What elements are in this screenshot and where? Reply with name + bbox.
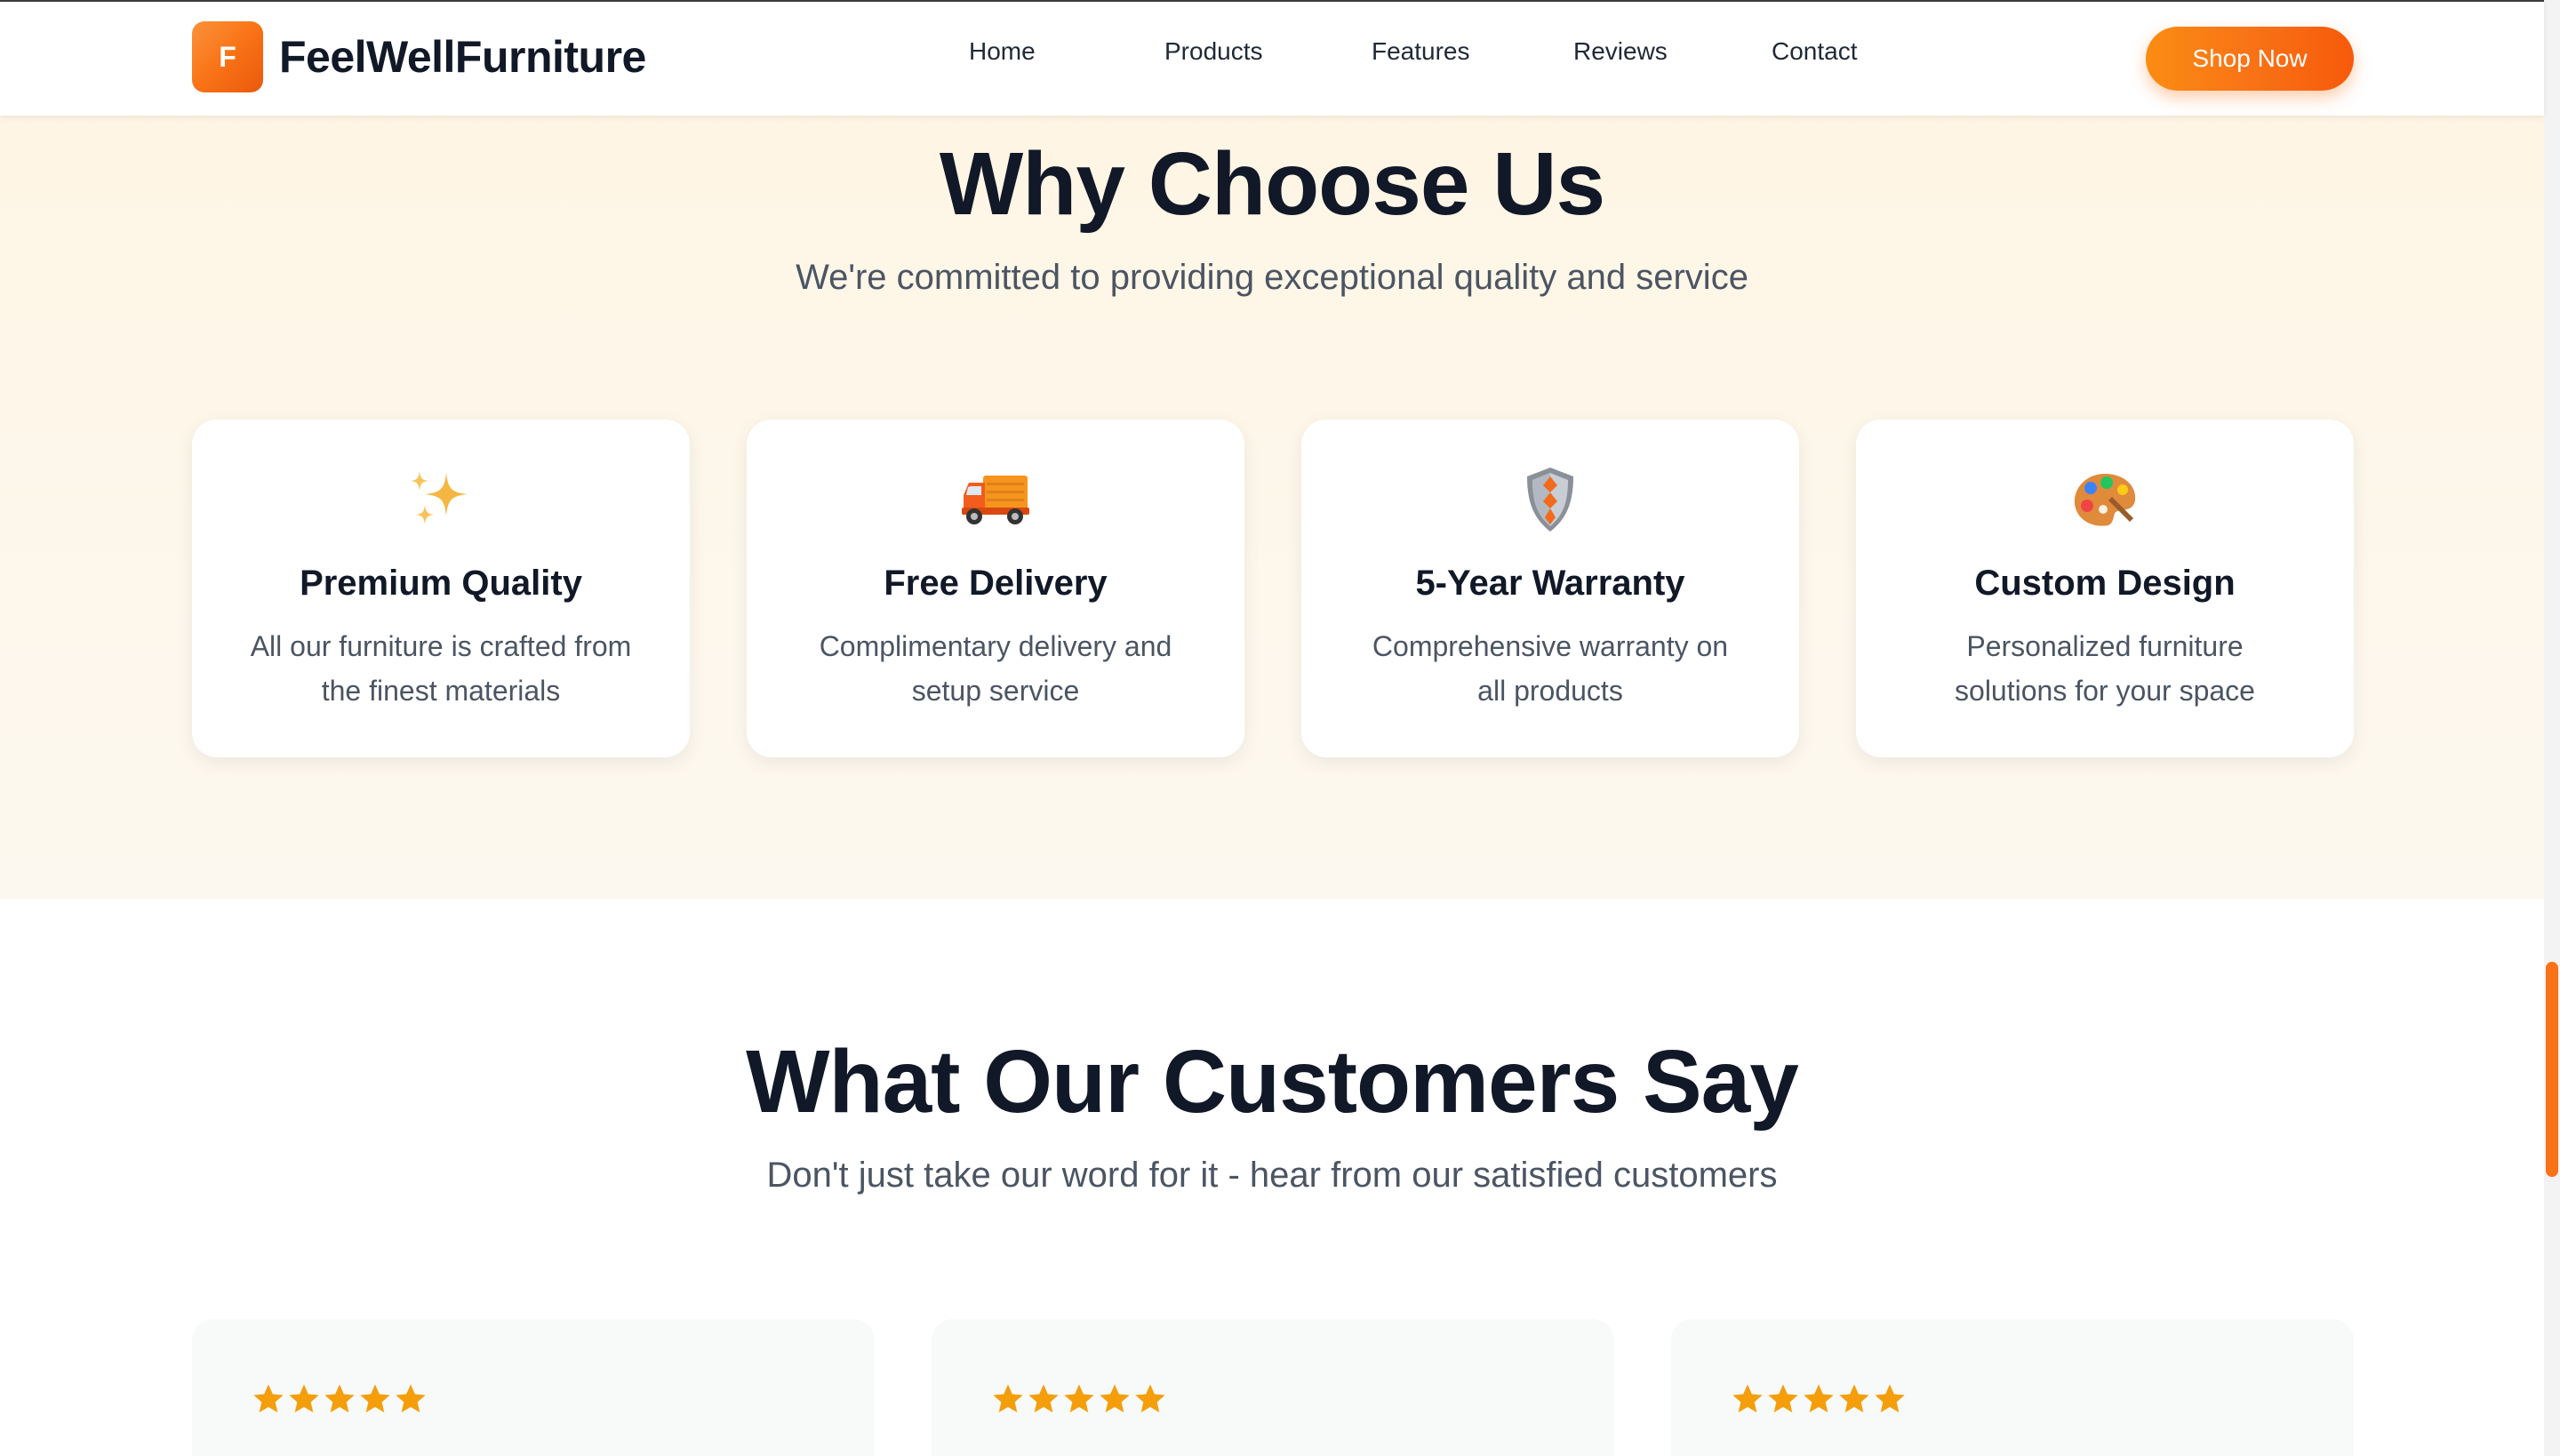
nav-link-features[interactable]: Features <box>1372 37 1470 66</box>
star-icon <box>1064 1384 1094 1412</box>
shop-now-button[interactable]: Shop Now <box>2146 27 2354 91</box>
feature-title: Premium Quality <box>300 564 582 603</box>
feature-description: All our furniture is crafted from the fi… <box>250 630 632 707</box>
logo-badge: F <box>192 21 263 92</box>
star-icon <box>1768 1384 1798 1412</box>
star-icon <box>324 1384 355 1412</box>
sparkles-icon <box>192 464 690 535</box>
top-navbar: F FeelWellFurniture Home Products Featur… <box>0 0 2544 116</box>
star-rating <box>990 1381 1168 1417</box>
star-icon <box>396 1384 426 1412</box>
star-icon <box>993 1384 1023 1412</box>
star-icon <box>1839 1384 1869 1412</box>
star-icon <box>1135 1384 1165 1412</box>
star-icon <box>360 1384 390 1412</box>
review-card <box>192 1319 875 1456</box>
testimonials-subtitle: Don't just take our word for it - hear f… <box>766 1156 1778 1195</box>
feature-description: Personalized furniture solutions for you… <box>1955 630 2255 707</box>
star-icon <box>1732 1384 1763 1412</box>
feature-title: 5-Year Warranty <box>1415 564 1685 603</box>
palette-icon <box>1856 464 2354 535</box>
star-icon <box>1100 1384 1130 1412</box>
star-icon <box>253 1384 284 1412</box>
brand-name: FeelWellFurniture <box>279 32 646 82</box>
star-icon <box>1875 1384 1905 1412</box>
star-rating <box>251 1381 428 1417</box>
feature-card-warranty: 5-Year Warranty Comprehensive warranty o… <box>1301 420 1799 757</box>
testimonials-title: What Our Customers Say <box>746 1032 1799 1132</box>
nav-link-home[interactable]: Home <box>969 37 1036 66</box>
page: F FeelWellFurniture Home Products Featur… <box>0 0 2560 1456</box>
scrollbar-track[interactable] <box>2544 0 2560 1456</box>
delivery-truck-icon <box>747 464 1244 535</box>
review-card <box>1671 1319 2354 1456</box>
feature-description: Complimentary delivery and setup service <box>819 630 1172 707</box>
feature-description: Comprehensive warranty on all products <box>1372 630 1729 707</box>
why-section-subtitle: We're committed to providing exceptional… <box>796 258 1748 297</box>
shield-icon <box>1301 464 1799 535</box>
feature-title: Free Delivery <box>884 564 1108 603</box>
nav-link-contact[interactable]: Contact <box>1772 37 1858 66</box>
star-icon <box>1804 1384 1834 1412</box>
review-card <box>932 1319 1614 1456</box>
feature-card-custom-design: Custom Design Personalized furniture sol… <box>1856 420 2354 757</box>
feature-title: Custom Design <box>1974 564 2236 603</box>
scrollbar-thumb[interactable] <box>2546 962 2558 1177</box>
feature-card-free-delivery: Free Delivery Complimentary delivery and… <box>747 420 1244 757</box>
star-rating <box>1730 1381 1908 1417</box>
nav-link-reviews[interactable]: Reviews <box>1573 37 1668 66</box>
star-icon <box>289 1384 319 1412</box>
nav-link-products[interactable]: Products <box>1164 37 1263 66</box>
feature-card-premium-quality: Premium Quality All our furniture is cra… <box>192 420 690 757</box>
why-choose-us-section: Why Choose Us We're committed to providi… <box>0 116 2544 900</box>
why-section-title: Why Choose Us <box>939 134 1605 234</box>
star-icon <box>1028 1384 1059 1412</box>
brand-logo[interactable]: F FeelWellFurniture <box>192 21 646 92</box>
